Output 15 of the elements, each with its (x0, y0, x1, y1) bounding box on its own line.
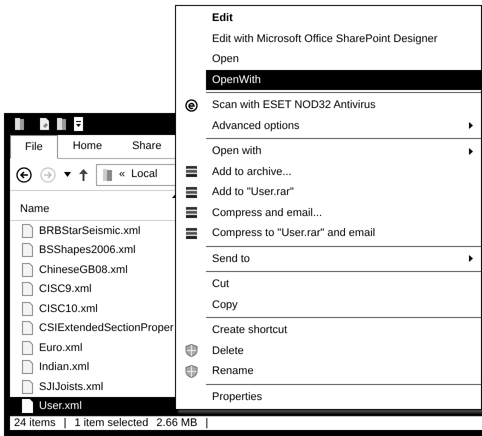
status-text: 1 item selected (74, 416, 148, 432)
file-name: CSIExtendedSectionProper (39, 321, 174, 336)
file-name: BRBStarSeismic.xml (39, 224, 140, 238)
file-name: BSShapes2006.xml (39, 243, 136, 258)
file-name: CISC9.xml (39, 282, 92, 297)
status-text: 24 items (14, 416, 56, 432)
file-name: Euro.xml (39, 340, 82, 356)
file-name: CISC10.xml (39, 302, 98, 316)
file-name: Indian.xml (39, 360, 90, 375)
file-name: ChineseGB08.xml (39, 262, 128, 278)
file-name: SJIJoists.xml (39, 380, 104, 394)
status-text: | (64, 416, 66, 432)
status-text: | (205, 416, 208, 432)
status-text: 2.66 MB (156, 416, 198, 432)
file-name: User.xml (39, 399, 82, 414)
